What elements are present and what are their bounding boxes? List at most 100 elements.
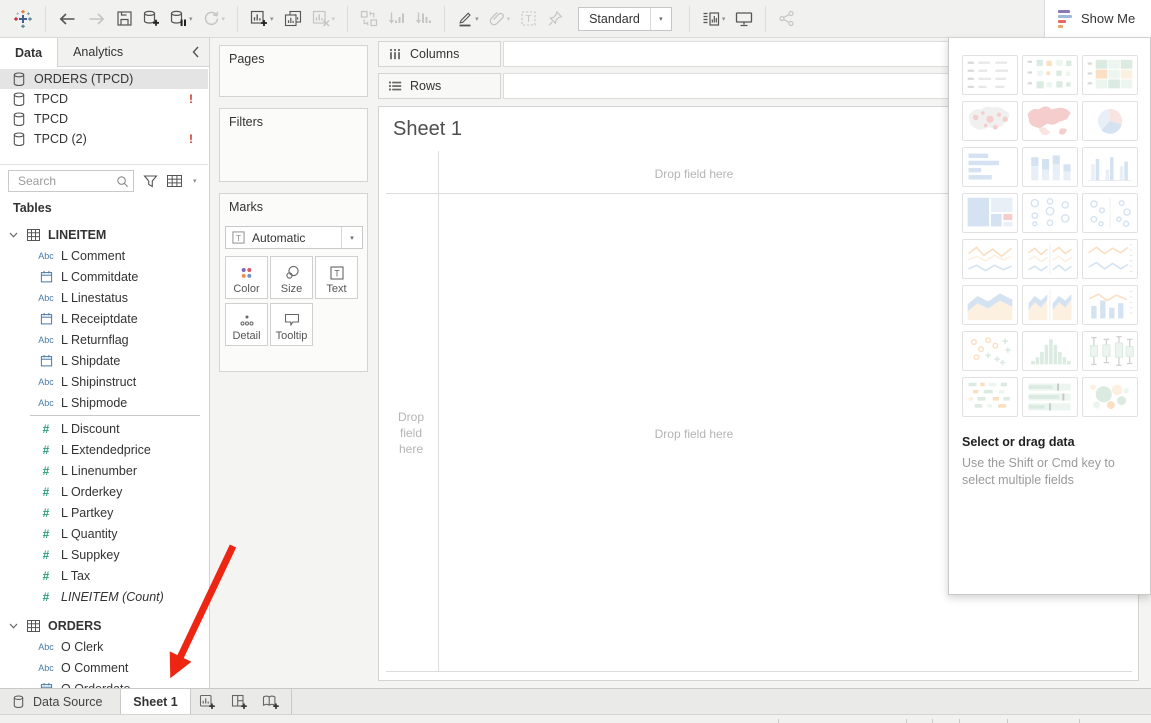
dimension-measure-divider <box>30 415 200 416</box>
show-me-icon <box>1058 10 1072 28</box>
show-hide-cards-button[interactable]: ▾ <box>697 5 731 33</box>
drop-zone-left[interactable]: Drop field here <box>389 409 433 457</box>
filled-map-chart-thumbnail[interactable] <box>1022 101 1078 141</box>
field-label: L Tax <box>61 569 90 583</box>
field-item[interactable]: AbcL Shipinstruct <box>0 371 208 392</box>
tab-data[interactable]: Data <box>0 38 58 67</box>
field-item[interactable]: #L Partkey <box>0 502 208 523</box>
new-story-button[interactable] <box>255 689 287 714</box>
size-mark-button[interactable]: Size <box>270 256 313 299</box>
field-item[interactable]: AbcO Clerk <box>0 636 208 657</box>
duplicate-sheet-button[interactable] <box>279 5 307 33</box>
field-item[interactable]: AbcL Linestatus <box>0 287 208 308</box>
presentation-mode-icon <box>735 11 753 27</box>
pages-card[interactable]: Pages <box>219 45 368 97</box>
drop-zone-top[interactable]: Drop field here <box>438 167 950 181</box>
tableau-logo-button[interactable] <box>8 5 38 33</box>
side-by-side-bars-chart-thumbnail[interactable] <box>1082 147 1138 187</box>
field-item[interactable]: L Shipdate <box>0 350 208 371</box>
field-item[interactable]: O Orderdate <box>0 678 208 688</box>
datasource-item[interactable]: TPCD! <box>0 89 208 109</box>
gantt-chart-thumbnail[interactable] <box>962 377 1018 417</box>
new-worksheet-button[interactable] <box>191 689 223 714</box>
text-table-chart-thumbnail[interactable] <box>962 55 1018 95</box>
table-header-lineitem[interactable]: LINEITEM <box>0 224 208 245</box>
packed-bubbles-chart-thumbnail[interactable] <box>1082 377 1138 417</box>
warning-icon: ! <box>189 92 193 106</box>
new-worksheet-button[interactable]: ▾ <box>245 5 279 33</box>
field-item[interactable]: AbcO Comment <box>0 657 208 678</box>
field-item[interactable]: AbcL Returnflag <box>0 329 208 350</box>
show-me-button[interactable]: Show Me <box>1044 0 1151 37</box>
field-item[interactable]: #L Orderkey <box>0 481 208 502</box>
filter-fields-icon[interactable] <box>143 174 158 188</box>
field-item[interactable]: #L Tax <box>0 565 208 586</box>
undo-back-arrow-button[interactable] <box>53 5 82 33</box>
field-item[interactable]: #L Extendedprice <box>0 439 208 460</box>
field-item[interactable]: AbcL Shipmode <box>0 392 208 413</box>
color-mark-button[interactable]: Color <box>225 256 268 299</box>
datasource-item[interactable]: TPCD <box>0 109 208 129</box>
dual-lines-chart-thumbnail[interactable] <box>1082 239 1138 279</box>
heat-map-chart-thumbnail[interactable] <box>1022 55 1078 95</box>
field-item[interactable]: #LINEITEM (Count) <box>0 586 208 607</box>
dual-combination-chart-thumbnail[interactable] <box>1082 285 1138 325</box>
sheet-1-tab[interactable]: Sheet 1 <box>121 689 191 714</box>
view-size-select[interactable]: Standard▾ <box>578 7 672 31</box>
stacked-bars-chart-thumbnail[interactable] <box>1022 147 1078 187</box>
highlight-table-chart-thumbnail[interactable] <box>1082 55 1138 95</box>
chevron-down-icon[interactable] <box>0 623 25 629</box>
run-update-refresh-icon <box>203 10 220 27</box>
detail-mark-button[interactable]: Detail <box>225 303 268 346</box>
filters-card[interactable]: Filters <box>219 108 368 182</box>
save-button[interactable] <box>111 5 138 33</box>
pie-chart-chart-thumbnail[interactable] <box>1082 101 1138 141</box>
search-input[interactable] <box>16 173 116 189</box>
data-source-tab[interactable]: Data Source <box>0 689 121 714</box>
discrete-lines-chart-thumbnail[interactable] <box>1022 239 1078 279</box>
horizontal-bars-chart-thumbnail[interactable] <box>962 147 1018 187</box>
columns-shelf-label: Columns <box>378 41 501 67</box>
field-item[interactable]: L Receiptdate <box>0 308 208 329</box>
dropdown-caret-icon: ▾ <box>189 15 193 23</box>
discrete-area-chart-thumbnail[interactable] <box>1022 285 1078 325</box>
highlight-button[interactable]: ▾ <box>452 5 484 33</box>
continuous-lines-chart-thumbnail[interactable] <box>962 239 1018 279</box>
symbol-map-chart-thumbnail[interactable] <box>962 101 1018 141</box>
bullet-graph-chart-thumbnail[interactable] <box>1022 377 1078 417</box>
show-me-hint-body: Use the Shift or Cmd key to select multi… <box>962 455 1134 489</box>
pause-auto-updates-button[interactable]: ▾ <box>165 5 198 33</box>
scatter-plot-chart-thumbnail[interactable] <box>962 331 1018 371</box>
chevron-down-icon[interactable] <box>0 232 25 238</box>
field-item[interactable]: #L Discount <box>0 418 208 439</box>
presentation-mode-button[interactable] <box>730 5 758 33</box>
new-dashboard-button[interactable] <box>223 689 255 714</box>
new-data-source-button[interactable] <box>138 5 165 33</box>
field-label: O Clerk <box>61 640 103 654</box>
continuous-area-chart-thumbnail[interactable] <box>962 285 1018 325</box>
datasource-item[interactable]: TPCD (2)! <box>0 129 208 149</box>
tab-analytics[interactable]: Analytics <box>58 38 138 66</box>
field-item[interactable]: #L Linenumber <box>0 460 208 481</box>
view-options-icon[interactable] <box>167 175 184 187</box>
histogram-chart-thumbnail[interactable] <box>1022 331 1078 371</box>
mark-type-dropdown[interactable]: T Automatic ▾ <box>225 226 363 249</box>
text-mark-button[interactable]: TText <box>315 256 358 299</box>
circle-views-chart-thumbnail[interactable] <box>1022 193 1078 233</box>
tables-section-label: Tables <box>13 201 52 215</box>
mark-type-caret-icon[interactable]: ▾ <box>341 227 362 248</box>
field-item[interactable]: #L Quantity <box>0 523 208 544</box>
collapse-pane-icon[interactable] <box>183 38 209 66</box>
table-header-orders[interactable]: ORDERS <box>0 615 208 636</box>
view-options-caret-icon[interactable]: ▾ <box>193 177 197 185</box>
datasource-item[interactable]: ORDERS (TPCD) <box>0 69 208 89</box>
side-by-side-circles-chart-thumbnail[interactable] <box>1082 193 1138 233</box>
treemap-chart-thumbnail[interactable] <box>962 193 1018 233</box>
data-source-tab-label: Data Source <box>33 695 102 709</box>
drop-zone-main[interactable]: Drop field here <box>438 427 950 441</box>
field-item[interactable]: AbcL Comment <box>0 245 208 266</box>
field-item[interactable]: #L Suppkey <box>0 544 208 565</box>
field-item[interactable]: L Commitdate <box>0 266 208 287</box>
tooltip-mark-button[interactable]: Tooltip <box>270 303 313 346</box>
box-and-whisker-chart-thumbnail[interactable] <box>1082 331 1138 371</box>
